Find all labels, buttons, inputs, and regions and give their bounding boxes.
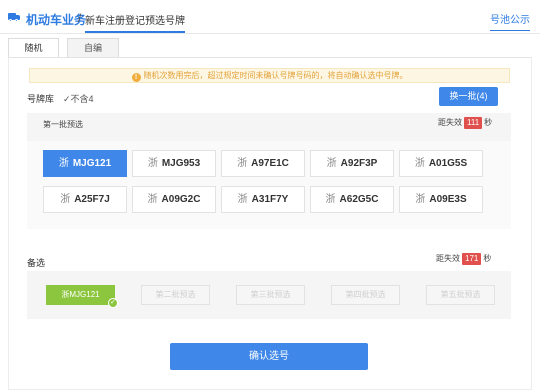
timer-unit: 秒 [484,118,493,127]
plate-option[interactable]: 浙 MJG121 [43,150,127,177]
confirm-selection-button[interactable]: 确认选号 [170,343,368,370]
plate-library-label: 号牌库 [27,94,55,104]
alternate-slot-3[interactable]: 第三批预选 [236,285,305,305]
notice-banner: ! 随机次数用完后，超过规定时间未确认号牌号码的，将自动确认选中号牌。 [29,68,510,83]
plate-option[interactable]: 浙 A97E1C [221,150,305,177]
plate-option[interactable]: 浙 A25F7J [43,186,127,213]
timer-prefix: 距失效 [436,254,460,263]
truck-icon [8,13,20,22]
plate-option[interactable]: 浙 A01G5S [399,150,483,177]
alternate-slot-1[interactable]: 浙MJG121 ✓ [46,285,118,308]
exclude-four-label: 不含4 [70,94,94,104]
exclude-four-checkbox[interactable]: ✓不含4 [63,92,94,105]
plate-option[interactable]: 浙 A31F7Y [221,186,305,213]
breadcrumb-current: 新车注册登记预选号牌 [85,12,185,33]
batch-title: 第一批预选 [43,120,83,129]
alternate-slot-5[interactable]: 第五批预选 [426,285,495,305]
timer-prefix: 距失效 [438,118,462,127]
timer-count: 111 [464,117,483,129]
timer-unit: 秒 [483,254,492,263]
warning-icon: ! [131,73,141,82]
brand-title[interactable]: 机动车业务 [26,11,86,28]
check-icon: ✓ [63,94,71,104]
breadcrumb-separator: / [78,11,82,25]
plate-option[interactable]: 浙 MJG953 [132,150,216,177]
timer-count: 171 [462,253,482,265]
alternates-label: 备选 [27,258,46,268]
batch-timer: 距失效 111 秒 [438,117,492,129]
tab-random[interactable]: 随机 [8,38,59,57]
plate-option[interactable]: 浙 A92F3P [310,150,394,177]
alternate-slot-2[interactable]: 第二批预选 [141,285,210,305]
plate-option[interactable]: 浙 A62G5C [310,186,394,213]
notice-text: 随机次数用完后，超过规定时间未确认号牌号码的，将自动确认选中号牌。 [143,71,408,80]
alternate-slot-4[interactable]: 第四批预选 [331,285,400,305]
change-batch-button[interactable]: 换一批(4) [439,87,498,106]
alternates-timer: 距失效 171 秒 [436,253,491,265]
tab-custom[interactable]: 自编 [67,38,119,57]
plate-option[interactable]: 浙 A09G2C [132,186,216,213]
plate-option[interactable]: 浙 A09E3S [399,186,483,213]
check-icon: ✓ [108,298,118,308]
pool-announcement-link[interactable]: 号池公示 [490,11,530,31]
top-bar: 机动车业务 / 新车注册登记预选号牌 号池公示 [0,0,540,34]
